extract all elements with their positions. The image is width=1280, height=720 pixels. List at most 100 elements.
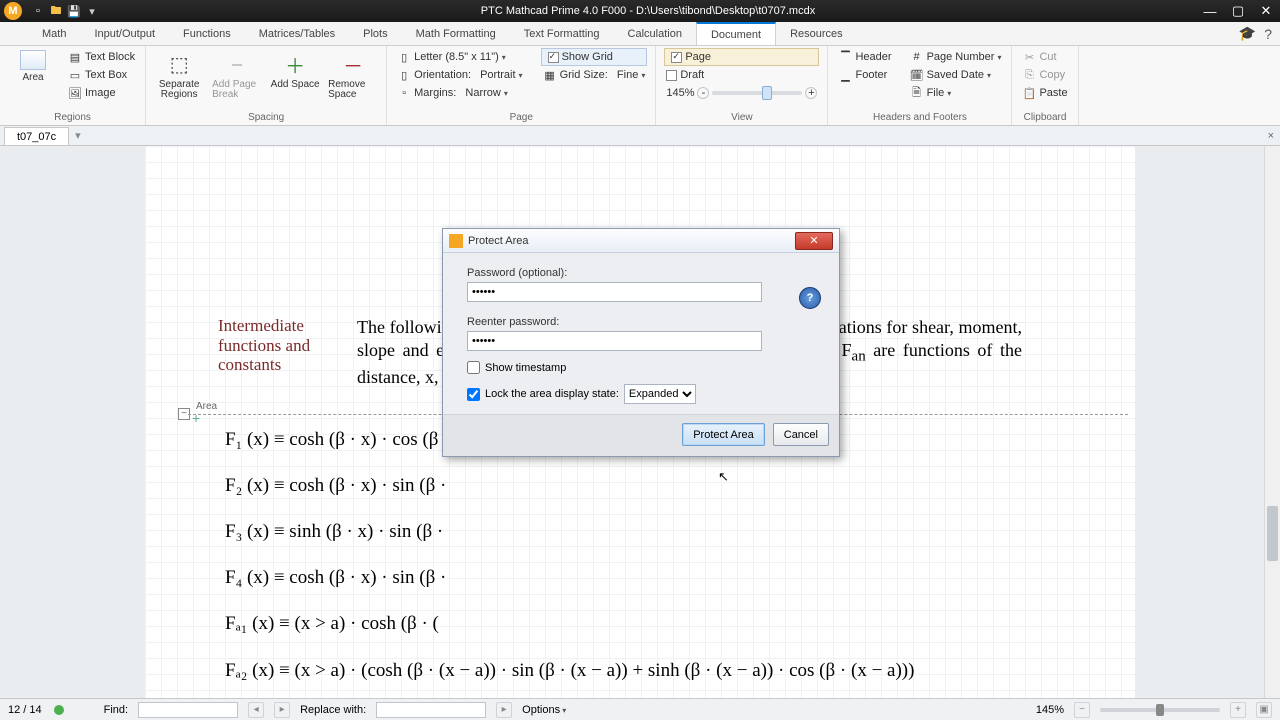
equation-1[interactable]: F₁ (x) ≡ cosh (β · x) · cos (β (225, 429, 438, 451)
tab-plots[interactable]: Plots (349, 22, 401, 45)
close-button[interactable]: ✕ (1252, 1, 1280, 21)
status-zoom-slider[interactable] (1100, 708, 1220, 712)
margins-dropdown[interactable]: ▫Margins: Narrow (395, 84, 524, 102)
grid-size-dropdown[interactable]: ▦Grid Size: Fine (541, 66, 648, 84)
doc-tabs-dropdown-icon[interactable]: ▾ (75, 129, 81, 142)
image-button[interactable]: 🖼Image (66, 84, 137, 102)
image-icon: 🖼 (68, 86, 82, 100)
tab-math[interactable]: Math (28, 22, 80, 45)
text-box-button[interactable]: ▭Text Box (66, 66, 137, 84)
find-input[interactable] (138, 702, 238, 718)
find-prev-button[interactable]: ◂ (248, 702, 264, 718)
copy-icon: ⎘ (1022, 68, 1036, 82)
page-size-dropdown[interactable]: ▯Letter (8.5" x 11") (395, 48, 524, 66)
document-tab[interactable]: t07_07c (4, 127, 69, 145)
copy-button[interactable]: ⎘Copy (1020, 66, 1069, 84)
orientation-dropdown[interactable]: ▯Orientation: Portrait (395, 66, 524, 84)
image-label: Image (85, 87, 116, 99)
group-page-label: Page (395, 111, 647, 125)
remove-space-button[interactable]: －Remove Space (328, 48, 378, 100)
area-button[interactable]: Area (8, 48, 58, 83)
orientation-icon: ▯ (397, 68, 411, 82)
lock-display-state-select[interactable]: Expanded (624, 384, 696, 404)
vertical-scrollbar[interactable] (1264, 146, 1280, 698)
protect-area-button[interactable]: Protect Area (682, 423, 765, 446)
separate-regions-icon: ⬚ (165, 50, 193, 78)
show-grid-checkbox (548, 52, 559, 63)
minimize-button[interactable]: — (1196, 1, 1224, 21)
zoom-in-icon[interactable]: + (805, 87, 817, 99)
saved-date-dropdown[interactable]: 🗓Saved Date (908, 66, 1004, 84)
find-next-button[interactable]: ▸ (274, 702, 290, 718)
ribbon-tabs: Math Input/Output Functions Matrices/Tab… (0, 22, 1280, 46)
remove-space-label: Remove Space (328, 80, 378, 100)
saved-date-icon: 🗓 (910, 68, 924, 82)
scrollbar-thumb[interactable] (1267, 506, 1278, 561)
tab-text-formatting[interactable]: Text Formatting (510, 22, 614, 45)
help-icon[interactable]: ? (1264, 26, 1272, 42)
show-grid-label: Show Grid (562, 51, 613, 63)
tab-input-output[interactable]: Input/Output (80, 22, 169, 45)
file-dropdown[interactable]: 🗎File (908, 84, 1004, 102)
replace-input[interactable] (376, 702, 486, 718)
equation-2[interactable]: F₂ (x) ≡ cosh (β · x) · sin (β · (225, 475, 446, 497)
header-button[interactable]: ▔Header (836, 48, 893, 66)
footer-label: Footer (855, 69, 887, 81)
add-page-break-button[interactable]: ⎯Add Page Break (212, 48, 262, 100)
show-grid-toggle[interactable]: Show Grid (541, 48, 648, 66)
tab-document[interactable]: Document (696, 22, 776, 45)
grid-size-value: Fine (617, 69, 638, 81)
add-space-icon: ＋ (281, 50, 309, 78)
tab-matrices[interactable]: Matrices/Tables (245, 22, 349, 45)
zoom-value: 145% (666, 87, 694, 99)
equation-5[interactable]: Fₐ₁ (x) ≡ (x > a) · cosh (β · ( (225, 613, 439, 635)
document-tab-close-icon[interactable]: × (1262, 126, 1280, 145)
page-number-icon: # (910, 50, 924, 64)
reenter-password-input[interactable] (467, 331, 762, 351)
page-number-label: Page Number (927, 51, 995, 63)
lock-display-state-checkbox[interactable] (467, 388, 480, 401)
maximize-button[interactable]: ▢ (1224, 1, 1252, 21)
text-block-icon: ▤ (68, 50, 82, 64)
view-draft-toggle[interactable]: Draft (664, 66, 819, 84)
replace-go-button[interactable]: ▸ (496, 702, 512, 718)
paste-button[interactable]: 📋Paste (1020, 84, 1069, 102)
status-zoom-in-button[interactable]: + (1230, 702, 1246, 718)
password-input[interactable] (467, 282, 762, 302)
qat-new-icon[interactable]: ▫ (30, 3, 46, 19)
status-dot-icon (54, 705, 64, 715)
zoom-slider[interactable] (712, 91, 802, 95)
separate-regions-button[interactable]: ⬚Separate Regions (154, 48, 204, 100)
footer-button[interactable]: ▁Footer (836, 66, 893, 84)
view-page-checkbox (671, 52, 682, 63)
page-indicator: 12 / 14 (8, 704, 42, 716)
equation-3[interactable]: F₃ (x) ≡ sinh (β · x) · sin (β · (225, 521, 443, 543)
qat-save-icon[interactable]: 💾 (66, 3, 82, 19)
view-page-toggle[interactable]: Page (664, 48, 819, 66)
equation-4[interactable]: F₄ (x) ≡ cosh (β · x) · sin (β · (225, 567, 446, 589)
area-cursor-icon: + (192, 410, 200, 426)
tab-functions[interactable]: Functions (169, 22, 245, 45)
document-tabs: t07_07c ▾ × (0, 126, 1280, 146)
add-space-button[interactable]: ＋Add Space (270, 48, 320, 90)
equation-6[interactable]: Fₐ₂ (x) ≡ (x > a) · (cosh (β · (x − a)) … (225, 660, 914, 682)
dialog-help-icon[interactable]: ? (799, 287, 821, 309)
page-number-dropdown[interactable]: #Page Number (908, 48, 1004, 66)
cancel-button[interactable]: Cancel (773, 423, 829, 446)
options-dropdown[interactable]: Options (522, 704, 566, 716)
qat-more-icon[interactable]: ▾ (84, 3, 100, 19)
cut-button[interactable]: ✂Cut (1020, 48, 1069, 66)
tab-math-formatting[interactable]: Math Formatting (402, 22, 510, 45)
view-page-label: Page (685, 51, 711, 63)
cap-icon[interactable]: 🎓 (1239, 25, 1256, 42)
status-fit-button[interactable]: ▣ (1256, 702, 1272, 718)
text-block-button[interactable]: ▤Text Block (66, 48, 137, 66)
qat-open-icon[interactable]: 🖿 (48, 3, 64, 19)
show-timestamp-checkbox[interactable] (467, 361, 480, 374)
tab-calculation[interactable]: Calculation (614, 22, 696, 45)
tab-resources[interactable]: Resources (776, 22, 857, 45)
zoom-out-icon[interactable]: - (697, 87, 709, 99)
dialog-close-button[interactable]: ✕ (795, 232, 833, 250)
status-zoom-out-button[interactable]: − (1074, 702, 1090, 718)
zoom-control[interactable]: 145% - + (664, 84, 819, 102)
